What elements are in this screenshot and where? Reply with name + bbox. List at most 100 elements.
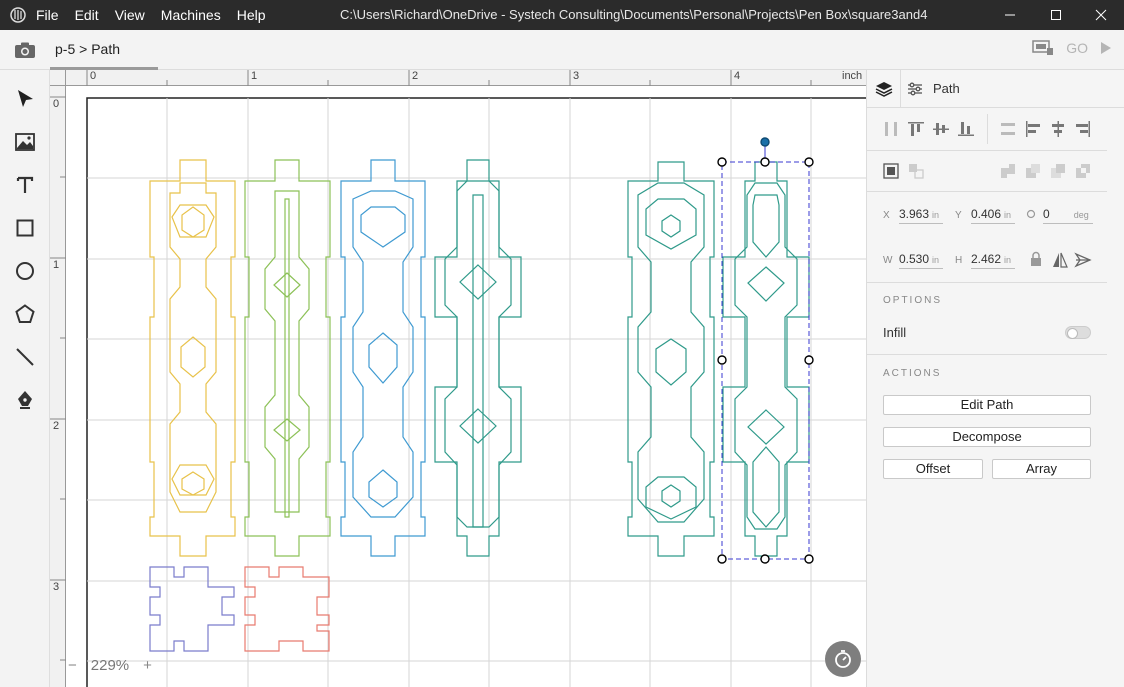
tab-path-label: Path <box>933 81 960 96</box>
blue-path[interactable] <box>340 159 426 557</box>
group-icon[interactable] <box>882 162 900 180</box>
rotation-input[interactable]: 0 deg <box>1043 206 1093 224</box>
distribute-vertical-icon[interactable] <box>999 120 1017 138</box>
text-tool[interactable] <box>13 173 37 197</box>
align-middle-icon[interactable] <box>932 120 950 138</box>
design-canvas[interactable] <box>66 87 866 687</box>
purple-puzzle-path[interactable] <box>149 566 235 652</box>
ruler-left-ticks <box>50 96 66 661</box>
menu-file[interactable]: File <box>36 0 69 30</box>
width-input[interactable]: 0.530 in <box>899 251 943 269</box>
ruler-top[interactable]: 0 1 2 3 4 inch <box>66 70 866 86</box>
x-input[interactable]: 3.963 in <box>899 206 943 224</box>
title-bar: File Edit View Machines Help C:\Users\Ri… <box>0 0 1124 30</box>
ruler-top-label: 1 <box>251 70 258 82</box>
app-logo-icon <box>10 7 26 23</box>
tab-path[interactable]: Path <box>907 81 960 96</box>
yellow-path[interactable] <box>149 159 236 557</box>
h-label: H <box>955 255 963 266</box>
machine-icon[interactable] <box>1032 40 1054 56</box>
x-unit: in <box>932 210 940 220</box>
ruler-top-label: 3 <box>573 70 580 82</box>
breadcrumb: p-5 > Path <box>55 41 120 57</box>
zoom-out-button[interactable]: − <box>68 657 77 674</box>
teal-double-path[interactable] <box>627 161 715 557</box>
line-tool[interactable] <box>13 345 37 369</box>
rectangle-icon <box>16 219 34 237</box>
menu-machines[interactable]: Machines <box>161 0 231 30</box>
align-right-icon[interactable] <box>1074 120 1092 138</box>
flip-horizontal-icon[interactable] <box>1051 251 1069 269</box>
select-tool[interactable] <box>13 87 37 111</box>
distribute-horizontal-icon[interactable] <box>882 120 900 138</box>
ungroup-icon[interactable] <box>907 162 925 180</box>
align-row <box>867 108 1107 150</box>
actions-title: ACTIONS <box>883 368 942 379</box>
maximize-icon <box>1051 10 1061 20</box>
selected-teal-path[interactable] <box>722 161 810 557</box>
camera-icon[interactable] <box>14 41 36 59</box>
width-value: 0.530 <box>899 252 930 266</box>
align-top-icon[interactable] <box>907 120 925 138</box>
lock-icon[interactable] <box>1029 251 1043 267</box>
close-button[interactable] <box>1078 0 1124 30</box>
ruler-top-label: 0 <box>90 70 97 82</box>
menu-view[interactable]: View <box>115 0 155 30</box>
boolean-subtract-icon[interactable] <box>1024 162 1042 180</box>
window-title: C:\Users\Richard\OneDrive - Systech Cons… <box>340 7 928 22</box>
estimate-time-button[interactable] <box>825 641 861 677</box>
boolean-union-icon[interactable] <box>999 162 1017 180</box>
boolean-intersect-icon[interactable] <box>1049 162 1067 180</box>
tab-layers[interactable] <box>867 70 901 108</box>
ellipse-tool[interactable] <box>13 259 37 283</box>
ruler-top-label: 2 <box>412 70 419 82</box>
ruler-left-label: 3 <box>53 581 60 593</box>
align-center-icon[interactable] <box>1049 120 1067 138</box>
tool-palette <box>0 70 50 687</box>
minimize-button[interactable] <box>987 0 1033 30</box>
play-icon[interactable] <box>1100 41 1112 55</box>
teal-path[interactable] <box>434 159 522 557</box>
y-value: 0.406 <box>971 207 1002 221</box>
ruler-left[interactable]: 0 1 2 3 <box>50 86 66 687</box>
polygon-tool[interactable] <box>13 302 37 326</box>
edit-path-button[interactable]: Edit Path <box>883 395 1091 415</box>
stopwatch-icon <box>835 650 851 668</box>
pen-tool[interactable] <box>13 388 37 412</box>
rectangle-tool[interactable] <box>13 216 37 240</box>
rotation-value: 0 <box>1043 207 1050 221</box>
green-path[interactable] <box>244 159 331 557</box>
rotation-unit: deg <box>1073 210 1089 220</box>
boolean-exclude-icon[interactable] <box>1074 162 1092 180</box>
selection-bounding-box[interactable] <box>721 142 810 560</box>
align-left-icon[interactable] <box>1024 120 1042 138</box>
rotate-icon <box>1026 209 1036 219</box>
zoom-controls: − 229% + <box>68 657 152 674</box>
go-button[interactable]: GO <box>1066 40 1088 56</box>
height-input[interactable]: 2.462 in <box>971 251 1015 269</box>
y-input[interactable]: 0.406 in <box>971 206 1015 224</box>
offset-button[interactable]: Offset <box>883 459 983 479</box>
menu-help[interactable]: Help <box>237 0 276 30</box>
selection-handles[interactable] <box>717 137 814 564</box>
page-grid <box>86 97 866 687</box>
panel-tabs: Path <box>867 70 1124 108</box>
menu-bar: File Edit View Machines Help <box>36 0 282 30</box>
array-button[interactable]: Array <box>992 459 1091 479</box>
separator <box>867 354 1107 355</box>
image-tool[interactable] <box>13 130 37 154</box>
decompose-button[interactable]: Decompose <box>883 427 1091 447</box>
breadcrumb-bar: p-5 > Path GO <box>0 30 1124 70</box>
text-icon <box>16 176 34 193</box>
image-icon <box>15 133 35 151</box>
maximize-button[interactable] <box>1033 0 1079 30</box>
flip-vertical-icon[interactable] <box>1074 251 1092 269</box>
width-unit: in <box>932 255 940 265</box>
sliders-icon <box>908 82 922 95</box>
options-title: OPTIONS <box>883 295 943 306</box>
red-puzzle-path[interactable] <box>244 566 330 652</box>
menu-edit[interactable]: Edit <box>75 0 109 30</box>
zoom-in-button[interactable]: + <box>143 657 152 674</box>
infill-toggle[interactable] <box>1065 326 1091 339</box>
align-bottom-icon[interactable] <box>957 120 975 138</box>
